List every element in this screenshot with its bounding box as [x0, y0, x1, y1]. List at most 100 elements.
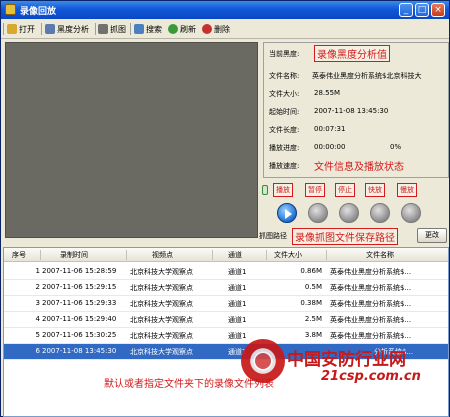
- column-header-index[interactable]: 序号: [12, 250, 26, 260]
- watermark-seal-icon: [241, 339, 285, 383]
- toolbar-separator: [41, 23, 42, 35]
- file-size-label: 文件大小:: [269, 90, 300, 98]
- row-point: 北京科技大学观察点: [130, 300, 193, 308]
- table-row[interactable]: 4 2007-11-06 15:29:40 北京科技大学观察点 通道1 2.5M…: [4, 312, 448, 328]
- stop-label: 停止: [335, 183, 355, 197]
- watermark-url: 21csp.com.cn: [321, 369, 421, 384]
- change-path-button[interactable]: 更改: [417, 228, 447, 243]
- row-index: 3: [35, 299, 40, 307]
- capture-path-annotation: 录像抓图文件保存路径: [292, 228, 398, 245]
- progress-time-value: 00:00:00: [314, 143, 346, 151]
- delete-icon: [202, 24, 212, 34]
- row-point: 北京科技大学观察点: [130, 268, 193, 276]
- start-time-value: 2007-11-08 13:45:30: [314, 107, 389, 115]
- row-index: 2: [35, 283, 40, 291]
- row-point: 北京科技大学观察点: [130, 332, 193, 340]
- refresh-button[interactable]: 刷新: [168, 22, 196, 36]
- row-name: 英泰伟业黑度分析系统$...: [330, 268, 412, 276]
- speed-label: 播放速度:: [269, 162, 300, 170]
- row-time: 2007-11-06 15:29:15: [42, 283, 117, 291]
- column-header-point[interactable]: 视频点: [152, 250, 173, 260]
- row-size: 0.86M: [300, 267, 322, 275]
- toolbar-separator: [130, 23, 131, 35]
- window-title: 录像回放: [20, 7, 57, 17]
- minimize-button[interactable]: _: [399, 3, 413, 17]
- delete-button[interactable]: 删除: [202, 22, 230, 36]
- row-channel: 通道1: [228, 316, 247, 324]
- capture-label: 抓图: [110, 24, 126, 34]
- row-name: 英泰伟业黑度分析系统$...: [330, 300, 412, 308]
- row-index: 6: [35, 347, 40, 355]
- column-header-channel[interactable]: 通道: [228, 250, 242, 260]
- blackness-analysis-label: 黑度分析: [57, 24, 89, 34]
- capture-path-label: 抓图路径: [259, 232, 287, 240]
- column-divider: [326, 250, 327, 260]
- row-name: 英泰伟业黑度分析系统$...: [330, 284, 412, 292]
- slow-play-label: 慢放: [397, 183, 417, 197]
- play-label: 播放: [273, 183, 293, 197]
- toolbar: 打开 黑度分析 抓图 搜索 刷新 删除: [1, 19, 449, 39]
- file-size-value: 28.55M: [314, 89, 341, 97]
- column-divider: [40, 250, 41, 260]
- column-header-size[interactable]: 文件大小: [274, 250, 302, 260]
- blackness-annotation: 录像黑度分析值: [314, 45, 390, 62]
- column-divider: [212, 250, 213, 260]
- row-size: 0.38M: [300, 299, 322, 307]
- table-row[interactable]: 3 2007-11-06 15:29:33 北京科技大学观察点 通道1 0.38…: [4, 296, 448, 312]
- title-bar[interactable]: 录像回放 _ □ ×: [1, 1, 449, 19]
- pause-button[interactable]: [308, 203, 328, 223]
- capture-button[interactable]: 抓图: [98, 22, 126, 36]
- play-icon: [285, 209, 292, 219]
- close-button[interactable]: ×: [431, 3, 445, 17]
- watermark-title: 中国安防行业网: [287, 350, 406, 370]
- column-divider: [266, 250, 267, 260]
- column-header-time[interactable]: 录制时间: [60, 250, 88, 260]
- row-size: 0.5M: [304, 283, 322, 291]
- column-header-name[interactable]: 文件名称: [366, 250, 394, 260]
- refresh-label: 刷新: [180, 24, 196, 34]
- volume-marker[interactable]: [262, 185, 268, 195]
- row-index: 4: [35, 315, 40, 323]
- row-time: 2007-11-06 15:28:59: [42, 267, 117, 275]
- app-icon: [5, 4, 16, 15]
- search-label: 搜索: [146, 24, 162, 34]
- blackness-analysis-button[interactable]: 黑度分析: [45, 22, 89, 36]
- refresh-icon: [168, 24, 178, 34]
- file-length-value: 00:07:31: [314, 125, 346, 133]
- camera-icon: [98, 24, 108, 34]
- progress-label: 播放进度:: [269, 144, 300, 152]
- capture-path-row: 抓图路径 录像抓图文件保存路径 更改: [259, 228, 449, 245]
- file-info-panel: 当前黑度: 录像黑度分析值 文件名称: 英泰伟业黑度分析系统$北京科技大 文件大…: [263, 42, 449, 178]
- row-point: 北京科技大学观察点: [130, 284, 193, 292]
- row-point: 北京科技大学观察点: [130, 348, 193, 356]
- file-length-label: 文件长度:: [269, 126, 300, 134]
- video-display[interactable]: [5, 42, 258, 238]
- row-channel: 通道1: [228, 268, 247, 276]
- pause-label: 暂停: [305, 183, 325, 197]
- fast-forward-button[interactable]: [370, 203, 390, 223]
- row-time: 2007-11-08 13:45:30: [42, 347, 117, 355]
- row-time: 2007-11-06 15:30:25: [42, 331, 117, 339]
- start-time-label: 起始时间:: [269, 108, 300, 116]
- table-row[interactable]: 2 2007-11-06 15:29:15 北京科技大学观察点 通道1 0.5M…: [4, 280, 448, 296]
- file-name-value: 英泰伟业黑度分析系统$北京科技大: [312, 72, 422, 80]
- play-button[interactable]: [277, 203, 297, 223]
- row-size: 2.5M: [304, 315, 322, 323]
- maximize-button[interactable]: □: [415, 3, 429, 17]
- row-index: 5: [35, 331, 40, 339]
- info-annotation: 文件信息及播放状态: [314, 162, 404, 173]
- file-name-label: 文件名称:: [269, 72, 300, 80]
- table-header: 序号 录制时间 视频点 通道 文件大小 文件名称: [4, 248, 448, 262]
- row-index: 1: [35, 267, 40, 275]
- open-button[interactable]: 打开: [7, 22, 35, 36]
- table-row[interactable]: 1 2007-11-06 15:28:59 北京科技大学观察点 通道1 0.86…: [4, 264, 448, 280]
- row-point: 北京科技大学观察点: [130, 316, 193, 324]
- stop-button[interactable]: [339, 203, 359, 223]
- progress-percent-value: 0%: [390, 143, 402, 151]
- row-channel: 通道1: [228, 284, 247, 292]
- delete-label: 删除: [214, 24, 230, 34]
- blackness-label: 当前黑度:: [269, 50, 300, 58]
- row-time: 2007-11-06 15:29:33: [42, 299, 117, 307]
- slow-play-button[interactable]: [401, 203, 421, 223]
- search-button[interactable]: 搜索: [134, 22, 162, 36]
